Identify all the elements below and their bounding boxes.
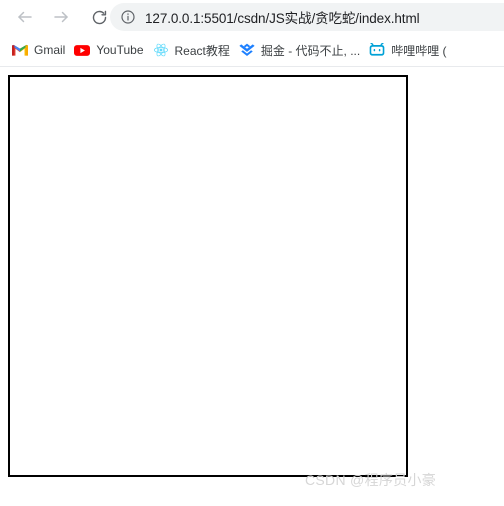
bookmark-juejin[interactable]: 掘金 - 代码不止, ... <box>237 38 367 62</box>
back-button[interactable] <box>10 2 40 32</box>
bookmarks-bar: Gmail YouTube React教程 掘金 - 代码不止, ... 哔哩哔… <box>0 34 504 67</box>
browser-chrome: 127.0.0.1:5501/csdn/JS实战/贪吃蛇/index.html … <box>0 0 504 67</box>
bookmark-label: React教程 <box>174 43 230 58</box>
bookmark-bilibili[interactable]: 哔哩哔哩 ( <box>367 38 453 62</box>
juejin-icon <box>239 42 255 58</box>
youtube-icon <box>74 42 91 58</box>
gmail-icon <box>12 42 28 58</box>
bookmark-label: 掘金 - 代码不止, ... <box>260 43 361 58</box>
csdn-watermark: CSDN @程序员小豪 <box>305 472 437 488</box>
snake-game-canvas[interactable] <box>8 75 408 477</box>
bookmark-label: YouTube <box>96 43 144 57</box>
bilibili-icon <box>369 42 385 58</box>
address-bar[interactable]: 127.0.0.1:5501/csdn/JS实战/贪吃蛇/index.html <box>110 3 504 31</box>
arrow-right-icon <box>52 8 70 26</box>
bookmark-label: 哔哩哔哩 ( <box>391 43 447 58</box>
react-icon <box>153 42 169 58</box>
forward-button[interactable] <box>46 2 76 32</box>
browser-toolbar: 127.0.0.1:5501/csdn/JS实战/贪吃蛇/index.html <box>0 0 504 34</box>
bookmark-gmail[interactable]: Gmail <box>10 38 72 62</box>
info-circle-icon[interactable] <box>120 9 136 25</box>
page-viewport: CSDN @程序员小豪 <box>0 67 504 505</box>
address-bar-url: 127.0.0.1:5501/csdn/JS实战/贪吃蛇/index.html <box>145 11 420 26</box>
arrow-left-icon <box>16 8 34 26</box>
bookmark-youtube[interactable]: YouTube <box>72 38 150 62</box>
bookmark-react[interactable]: React教程 <box>151 38 237 62</box>
reload-icon <box>91 9 108 26</box>
bookmark-label: Gmail <box>34 43 66 57</box>
